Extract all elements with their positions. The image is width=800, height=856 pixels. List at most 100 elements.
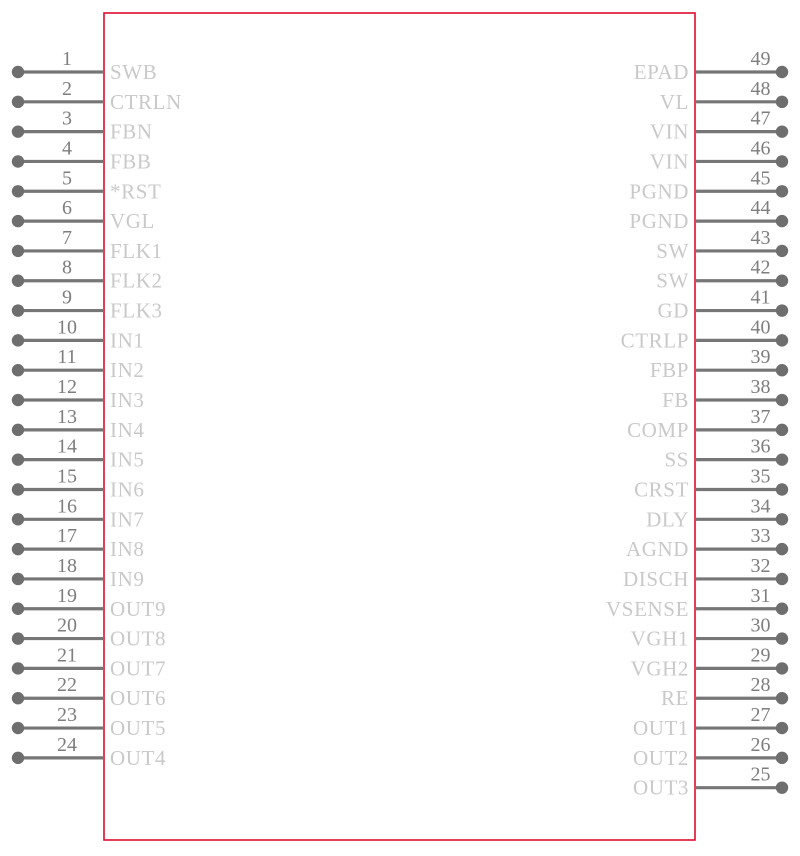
pin-number: 37 <box>751 406 771 428</box>
pin-terminal-dot[interactable] <box>11 334 25 347</box>
pin-terminal-dot[interactable] <box>11 542 25 556</box>
pin-label: OUT5 <box>110 716 166 740</box>
pin-number: 34 <box>751 495 771 517</box>
pin-terminal-dot[interactable] <box>11 483 25 496</box>
pin-label: VIN <box>650 149 689 173</box>
pin-terminal-dot[interactable] <box>775 334 789 347</box>
pin-terminal-dot[interactable] <box>11 632 25 645</box>
pin-terminal-dot[interactable] <box>775 721 789 735</box>
pin-terminal-dot[interactable] <box>775 214 789 228</box>
pin-label: FBB <box>110 149 152 173</box>
pin-number: 12 <box>57 376 77 398</box>
pin-label: OUT8 <box>110 627 166 651</box>
pin-label: FBN <box>110 120 153 144</box>
pin-terminal-dot[interactable] <box>11 572 25 586</box>
pin-terminal-dot[interactable] <box>775 572 789 586</box>
pin-terminal-dot[interactable] <box>11 453 25 466</box>
pin-number: 47 <box>751 108 771 130</box>
pin-number: 24 <box>57 734 77 756</box>
pin-number: 10 <box>57 316 77 338</box>
pin-terminal-dot[interactable] <box>11 125 25 138</box>
pin-terminal-dot[interactable] <box>11 155 25 168</box>
pin-terminal-dot[interactable] <box>775 632 789 645</box>
pin-number: 18 <box>57 555 77 577</box>
pin-number: 23 <box>57 704 77 726</box>
pin-terminal-dot[interactable] <box>775 542 789 556</box>
pin-terminal-dot[interactable] <box>775 364 789 377</box>
pin-number: 1 <box>62 48 72 70</box>
pin-number: 5 <box>62 167 72 189</box>
pin-number: 32 <box>751 555 771 577</box>
pin-number: 17 <box>57 525 77 547</box>
pin-label: VGH1 <box>631 627 689 651</box>
pin-terminal-dot[interactable] <box>775 781 789 794</box>
pin-terminal-dot[interactable] <box>11 423 25 437</box>
pin-terminal-dot[interactable] <box>11 721 25 735</box>
pin-terminal-dot[interactable] <box>775 423 789 437</box>
pin-terminal-dot[interactable] <box>775 65 789 79</box>
pin-number: 15 <box>57 465 77 487</box>
left-pin-group: 1 SWB 2 CTRLN 3 FBN 4 FBB 5 *RST 6 VGL 7 FLK1 8 FLK2 9 FL… <box>11 48 181 770</box>
pin-label: OUT2 <box>633 746 689 770</box>
pin-terminal-dot[interactable] <box>11 662 25 675</box>
pin-number: 27 <box>751 704 771 726</box>
pin-label: SW <box>656 239 689 263</box>
pin-label: IN8 <box>110 537 144 561</box>
pin-terminal-dot[interactable] <box>775 244 789 258</box>
pin-terminal-dot[interactable] <box>11 95 25 109</box>
pin-terminal-dot[interactable] <box>11 364 25 377</box>
pin-number: 26 <box>751 734 771 756</box>
pin-terminal-dot[interactable] <box>11 244 25 258</box>
pin-label: GD <box>657 299 689 323</box>
pin-terminal-dot[interactable] <box>11 513 25 526</box>
pin-terminal-dot[interactable] <box>775 274 789 287</box>
pin-terminal-dot[interactable] <box>775 483 789 496</box>
pin-terminal-dot[interactable] <box>775 692 789 705</box>
pin-label: *RST <box>110 179 161 203</box>
pin-number: 3 <box>62 108 72 130</box>
pin-terminal-dot[interactable] <box>11 393 25 407</box>
pin-terminal-dot[interactable] <box>11 185 25 198</box>
pin-1[interactable]: 1 SWB <box>11 48 158 84</box>
pin-number: 41 <box>751 287 771 309</box>
pin-number: 39 <box>751 346 771 368</box>
pin-label: RE <box>661 686 689 710</box>
pin-label: AGND <box>626 537 689 561</box>
pin-number: 48 <box>751 78 771 100</box>
pin-label: PGND <box>629 209 689 233</box>
pin-terminal-dot[interactable] <box>775 513 789 526</box>
pin-terminal-dot[interactable] <box>775 662 789 675</box>
pin-number: 16 <box>57 495 77 517</box>
symbol-svg: 1 SWB 2 CTRLN 3 FBN 4 FBB 5 *RST 6 VGL 7 FLK1 8 FLK2 9 FL… <box>11 12 789 841</box>
pin-number: 13 <box>57 406 77 428</box>
pin-number: 40 <box>751 316 771 338</box>
pin-terminal-dot[interactable] <box>775 304 789 317</box>
pin-terminal-dot[interactable] <box>775 393 789 407</box>
pin-terminal-dot[interactable] <box>775 155 789 168</box>
pin-terminal-dot[interactable] <box>11 602 25 615</box>
pin-number: 35 <box>751 465 771 487</box>
pin-terminal-dot[interactable] <box>11 214 25 228</box>
pin-terminal-dot[interactable] <box>11 692 25 705</box>
pin-label: FLK3 <box>110 299 163 323</box>
pin-terminal-dot[interactable] <box>775 125 789 138</box>
pin-label: VL <box>660 90 689 114</box>
pin-number: 4 <box>62 137 72 159</box>
pin-terminal-dot[interactable] <box>11 751 25 765</box>
pin-terminal-dot[interactable] <box>775 751 789 765</box>
right-pin-group: 49 EPAD 48 VL 47 VIN 46 VIN 45 PGND 44 PGND 43 SW 42 SW… <box>606 48 789 800</box>
pin-terminal-dot[interactable] <box>11 274 25 287</box>
pin-terminal-dot[interactable] <box>775 453 789 466</box>
pin-label: OUT9 <box>110 597 166 621</box>
pin-terminal-dot[interactable] <box>775 602 789 615</box>
pin-label: IN3 <box>110 388 144 412</box>
pin-label: IN7 <box>110 507 144 531</box>
pin-label: IN9 <box>110 567 144 591</box>
pin-terminal-dot[interactable] <box>11 304 25 317</box>
pin-terminal-dot[interactable] <box>11 65 25 79</box>
ic-body-outline <box>103 12 696 841</box>
pin-terminal-dot[interactable] <box>775 95 789 109</box>
pin-label: COMP <box>627 418 689 442</box>
pin-terminal-dot[interactable] <box>775 185 789 198</box>
pin-label: DLY <box>646 507 689 531</box>
